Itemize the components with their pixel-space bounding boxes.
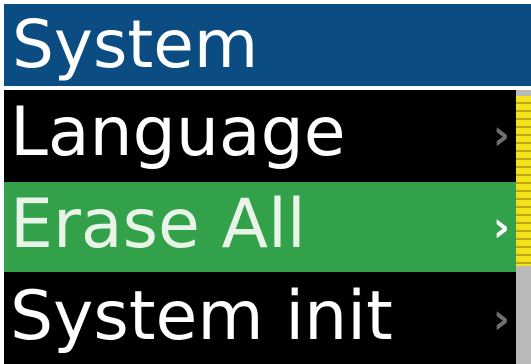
chevron-right-icon: › xyxy=(492,110,510,159)
chevron-right-icon: › xyxy=(492,202,510,251)
scroll-thumb[interactable] xyxy=(516,96,531,266)
menu-item-label: System init xyxy=(10,277,393,356)
scrollbar[interactable] xyxy=(516,90,531,364)
device-screen: System Language › Erase All › System ini… xyxy=(0,0,531,364)
menu-item-system-init[interactable]: System init › xyxy=(4,274,516,364)
chevron-right-icon: › xyxy=(492,294,510,343)
menu-item-erase-all[interactable]: Erase All › xyxy=(4,182,516,272)
menu-item-language[interactable]: Language › xyxy=(4,90,516,180)
menu-list: Language › Erase All › System init › xyxy=(4,90,516,364)
menu-item-label: Erase All xyxy=(10,185,306,264)
page-title: System xyxy=(4,4,531,86)
menu-item-label: Language xyxy=(10,93,346,172)
